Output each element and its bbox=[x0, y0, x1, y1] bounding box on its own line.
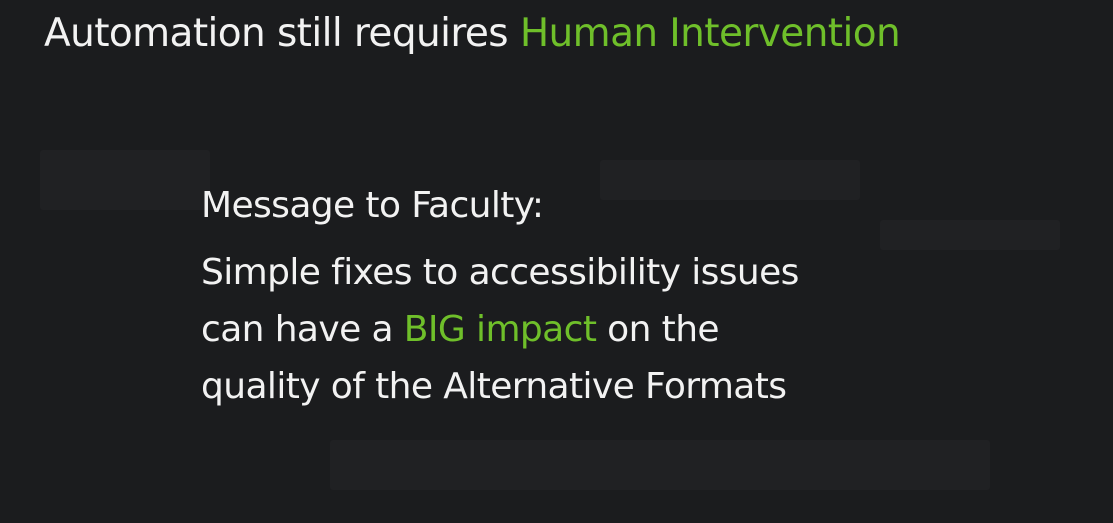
slide: Automation still requires Human Interven… bbox=[0, 0, 1113, 523]
title-prefix: Automation still requires bbox=[44, 11, 520, 56]
line2-prefix: can have a bbox=[201, 309, 404, 350]
background-texture bbox=[40, 150, 210, 210]
line2-highlight: BIG impact bbox=[403, 309, 597, 350]
message-line-1: Simple fixes to accessibility issues bbox=[201, 252, 799, 293]
slide-title: Automation still requires Human Interven… bbox=[44, 8, 901, 60]
message-heading: Message to Faculty: bbox=[201, 185, 544, 226]
message-block: Message to Faculty: Simple fixes to acce… bbox=[201, 180, 799, 415]
background-texture bbox=[880, 220, 1060, 250]
message-line-2: can have a BIG impact on the bbox=[201, 301, 799, 358]
line2-suffix: on the bbox=[596, 309, 719, 350]
background-texture bbox=[330, 440, 990, 490]
message-line-3: quality of the Alternative Formats bbox=[201, 366, 787, 407]
title-highlight: Human Intervention bbox=[519, 11, 901, 56]
